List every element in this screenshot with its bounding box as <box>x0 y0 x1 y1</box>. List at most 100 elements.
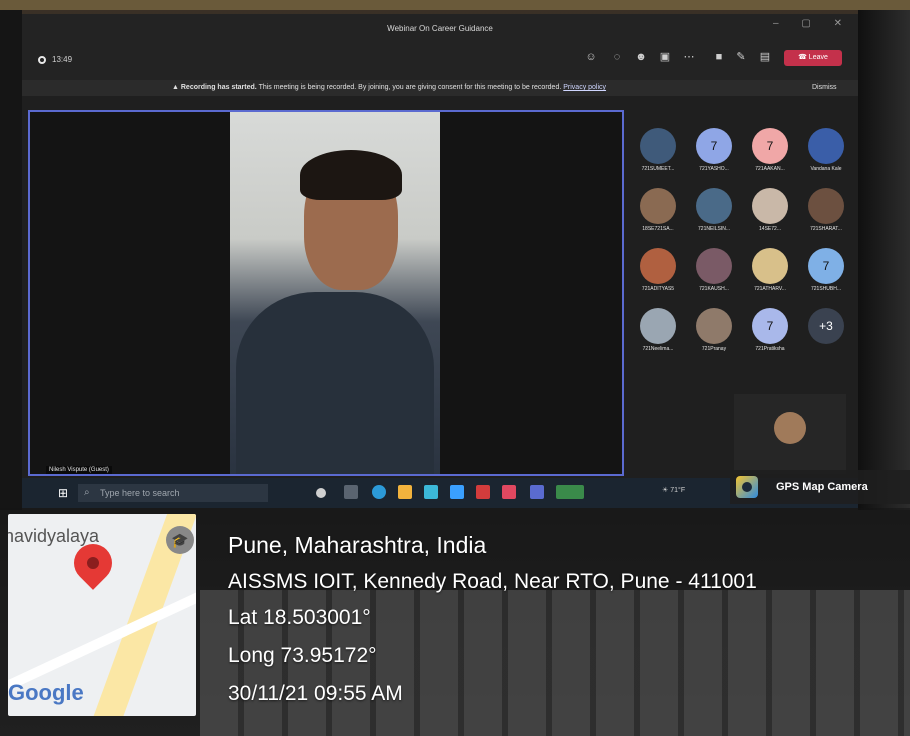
speaker-body <box>236 292 434 474</box>
main-video[interactable] <box>28 110 624 476</box>
store-icon[interactable] <box>424 485 438 499</box>
acrobat-icon[interactable] <box>476 485 490 499</box>
edge-icon[interactable] <box>372 485 386 499</box>
participant-name: 721YASHO... <box>699 166 729 172</box>
cortana-icon[interactable] <box>316 488 326 498</box>
file-explorer-icon[interactable] <box>398 485 412 499</box>
dismiss-button[interactable]: Dismiss <box>812 80 837 96</box>
participant-tile[interactable]: 7 721YASHO... <box>686 124 740 182</box>
participant-name: 18SE721SA... <box>642 226 674 232</box>
weather-temp: 71°F <box>670 487 686 494</box>
photo-top-edge <box>0 0 910 10</box>
participant-tile[interactable]: 7 721Pratiksha <box>742 304 796 362</box>
participant-tile[interactable]: 721KAUSH... <box>686 244 740 302</box>
participant-avatar: 7 <box>752 308 788 344</box>
self-view[interactable] <box>734 394 846 474</box>
leave-label: Leave <box>808 54 828 61</box>
leave-button[interactable]: ☎ Leave <box>784 50 842 66</box>
participant-tile[interactable]: 721ATHARV... <box>742 244 796 302</box>
participant-tile[interactable]: 14SE72... <box>742 184 796 242</box>
participant-name: 14SE72... <box>759 226 781 232</box>
task-view-icon[interactable] <box>344 485 358 499</box>
participant-avatar <box>696 308 732 344</box>
capture-datetime: 30/11/21 09:55 AM <box>228 682 403 705</box>
latitude: Lat 18.503001° <box>228 606 371 629</box>
gps-map-camera-badge: GPS Map Camera <box>730 470 910 504</box>
participant-avatar <box>696 248 732 284</box>
participant-tile[interactable]: 721Pranay <box>686 304 740 362</box>
self-avatar <box>774 412 806 444</box>
share-icon[interactable]: ▤ <box>758 50 772 64</box>
participant-avatar <box>640 188 676 224</box>
participant-tile[interactable]: 18SE721SA... <box>630 184 684 242</box>
taskbar-search[interactable]: ⌕ Type here to search <box>78 484 268 502</box>
participant-avatar <box>640 128 676 164</box>
recording-banner: ▲ Recording has started. This meeting is… <box>22 80 858 96</box>
participants-icon[interactable]: ☺ <box>584 50 598 64</box>
mail-app-icon[interactable] <box>502 485 516 499</box>
rooms-icon[interactable]: ▣ <box>658 50 672 64</box>
phone-icon: ☎ <box>798 54 809 61</box>
mic-icon[interactable]: ✎ <box>734 50 748 64</box>
participant-name: 721ATHARV... <box>754 286 786 292</box>
meeting-titlebar: Webinar On Career Guidance – ▢ ✕ 13:49 ☺… <box>22 14 858 86</box>
participant-tile[interactable]: 721Neelima... <box>630 304 684 362</box>
participant-avatar: 7 <box>696 128 732 164</box>
sun-icon: ☀ <box>662 487 671 494</box>
participant-name: 721Neelima... <box>642 346 674 352</box>
lms-app-icon[interactable] <box>450 485 464 499</box>
lens-icon <box>742 482 752 492</box>
window-controls[interactable]: – ▢ ✕ <box>773 18 852 29</box>
participant-tile[interactable]: 721ADITYAS5 <box>630 244 684 302</box>
laptop-bezel-left <box>0 10 22 510</box>
location-title: Pune, Maharashtra, India <box>228 532 487 558</box>
participant-name: 721Pranay <box>701 346 727 352</box>
participant-name: 721KAUSH... <box>699 286 729 292</box>
participant-avatar <box>808 188 844 224</box>
warning-icon: ▲ <box>172 84 181 91</box>
participant-tile[interactable]: 721SHARAT... <box>798 184 852 242</box>
participant-tile[interactable]: +3 <box>798 304 852 362</box>
gps-camera-icon <box>736 476 758 498</box>
recording-bold: Recording has started. <box>180 84 257 91</box>
meeting-timer: 13:49 <box>52 55 73 64</box>
longitude: Long 73.95172° <box>228 644 377 667</box>
participant-name: 721ADITYAS5 <box>641 286 675 292</box>
participant-tile[interactable]: 7 721AAKAN... <box>742 124 796 182</box>
location-map: havidyalaya 🎓 Google <box>8 514 196 716</box>
teams-icon[interactable] <box>530 485 544 499</box>
windows-start-icon[interactable]: ⊞ <box>58 486 72 500</box>
participant-name: Vandana Kale <box>810 166 842 172</box>
gps-badge-label: GPS Map Camera <box>776 481 868 493</box>
excel-icon[interactable] <box>556 485 584 499</box>
search-icon: ⌕ <box>84 487 90 498</box>
map-pin-dot <box>84 554 102 572</box>
speaker-name: Nilesh Vispute (Guest) <box>46 466 112 474</box>
camera-icon[interactable]: ■ <box>712 50 726 64</box>
participant-name: 721SUMEET... <box>641 166 675 172</box>
participant-avatar: +3 <box>808 308 844 344</box>
participant-name: 721SHUBH... <box>810 286 841 292</box>
recording-message: ▲ Recording has started. This meeting is… <box>172 80 606 96</box>
laptop-bezel-right <box>858 10 910 510</box>
location-address: AISSMS IOIT, Kennedy Road, Near RTO, Pun… <box>228 570 757 593</box>
participant-avatar <box>808 128 844 164</box>
participant-avatar <box>640 308 676 344</box>
weather-widget[interactable]: ☀ 71°F <box>662 486 685 494</box>
google-logo: Google <box>8 680 84 705</box>
participant-tile[interactable]: 721SUMEET... <box>630 124 684 182</box>
privacy-link[interactable]: Privacy policy <box>563 84 606 91</box>
participant-tile[interactable]: Vandana Kale <box>798 124 852 182</box>
participant-tile[interactable]: 7 721SHUBH... <box>798 244 852 302</box>
record-indicator-icon <box>38 56 46 64</box>
participant-avatar <box>752 248 788 284</box>
more-icon[interactable]: ⋯ <box>682 50 696 64</box>
recording-text: This meeting is being recorded. By joini… <box>258 84 562 91</box>
participant-avatar <box>752 188 788 224</box>
map-place-label: havidyalaya <box>8 526 100 546</box>
participant-tile[interactable]: 721NEILSIN... <box>686 184 740 242</box>
reactions-icon[interactable]: ☻ <box>634 50 648 64</box>
chat-icon[interactable]: ◌ <box>610 50 624 64</box>
participant-avatar: 7 <box>752 128 788 164</box>
participant-name: 721SHARAT... <box>810 226 842 232</box>
